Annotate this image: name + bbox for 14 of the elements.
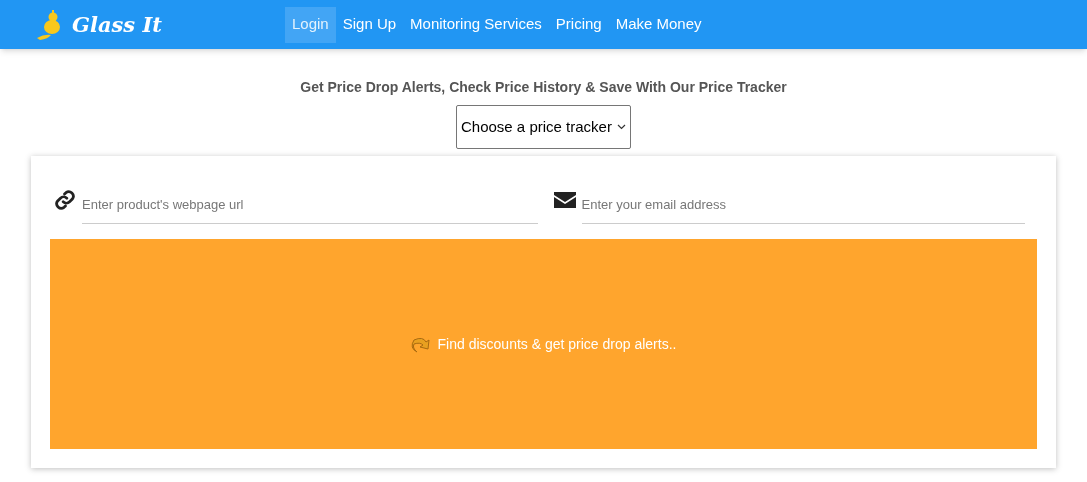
url-field[interactable]: Enter product's webpage url	[82, 186, 538, 224]
chevron-down-icon	[617, 124, 626, 130]
email-field[interactable]: Enter your email address	[581, 186, 1025, 224]
nav-link[interactable]: Pricing	[548, 6, 609, 43]
nav-link[interactable]: Monitoring Services	[403, 6, 549, 43]
nav-link[interactable]: Make Money	[608, 6, 709, 43]
nav-link[interactable]: Sign Up	[335, 6, 404, 43]
envelope-icon	[553, 192, 576, 208]
find-discounts-button[interactable]: Find discounts & get price drop alerts..	[50, 239, 1037, 449]
tracker-select[interactable]: Choose a price tracker	[456, 105, 631, 149]
nav-link[interactable]: Login	[285, 6, 336, 43]
logo-text[interactable]: Glass It	[72, 8, 162, 41]
page-heading: Get Price Drop Alerts, Check Price History & Save With Our Price Tracker	[300, 78, 787, 97]
link-icon	[54, 189, 76, 211]
